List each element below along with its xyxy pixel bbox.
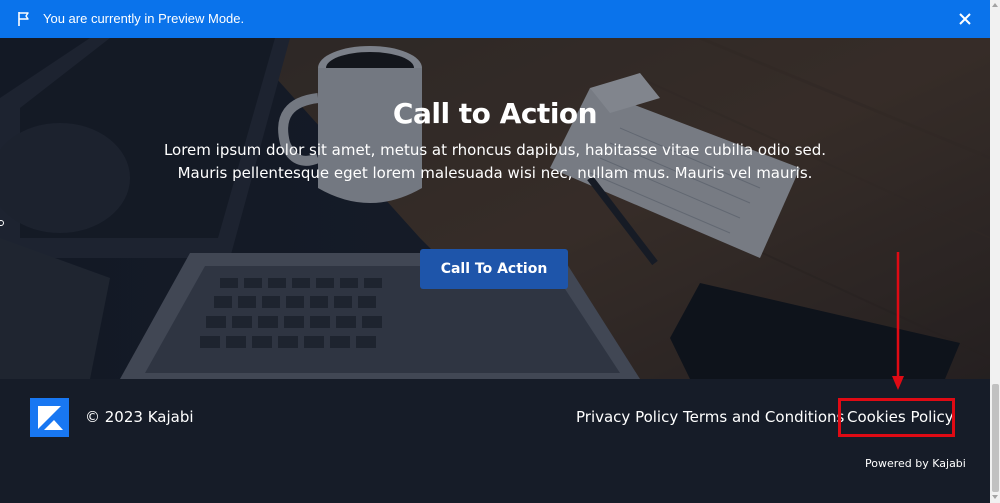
scroll-down-icon[interactable] bbox=[990, 492, 1000, 502]
section-title: Call to Action bbox=[392, 97, 598, 130]
description-line-1: Lorem ipsum dolor sit amet, metus at rho… bbox=[163, 141, 827, 159]
page-scrollbar[interactable] bbox=[990, 0, 1000, 503]
site-footer: © 2023 Kajabi Privacy Policy Terms and C… bbox=[0, 379, 990, 503]
powered-by-text: Powered by Kajabi bbox=[865, 457, 966, 470]
preview-mode-message: You are currently in Preview Mode. bbox=[43, 11, 245, 26]
scroll-up-icon[interactable] bbox=[990, 0, 1000, 10]
section-description: Lorem ipsum dolor sit amet, metus at rho… bbox=[0, 139, 990, 185]
close-icon[interactable] bbox=[957, 11, 973, 27]
terms-and-conditions-link[interactable]: Terms and Conditions bbox=[683, 407, 844, 427]
annotation-highlight-box bbox=[838, 398, 955, 437]
annotation-arrow-icon bbox=[892, 252, 904, 390]
copyright-text: © 2023 Kajabi bbox=[85, 408, 194, 426]
page: You are currently in Preview Mode. Call … bbox=[0, 0, 990, 503]
hero-overlay bbox=[0, 38, 990, 379]
privacy-policy-link[interactable]: Privacy Policy bbox=[576, 407, 678, 427]
call-to-action-button[interactable]: Call To Action bbox=[420, 249, 568, 289]
preview-mode-banner: You are currently in Preview Mode. bbox=[0, 0, 990, 38]
description-line-2: Mauris pellentesque eget lorem malesuada… bbox=[177, 164, 813, 182]
kajabi-logo-icon[interactable] bbox=[30, 398, 69, 437]
flag-icon bbox=[18, 12, 29, 26]
scrollbar-thumb[interactable] bbox=[992, 384, 999, 492]
call-to-action-section: Call to Action Lorem ipsum dolor sit ame… bbox=[0, 38, 990, 379]
cursor-icon bbox=[0, 220, 4, 226]
